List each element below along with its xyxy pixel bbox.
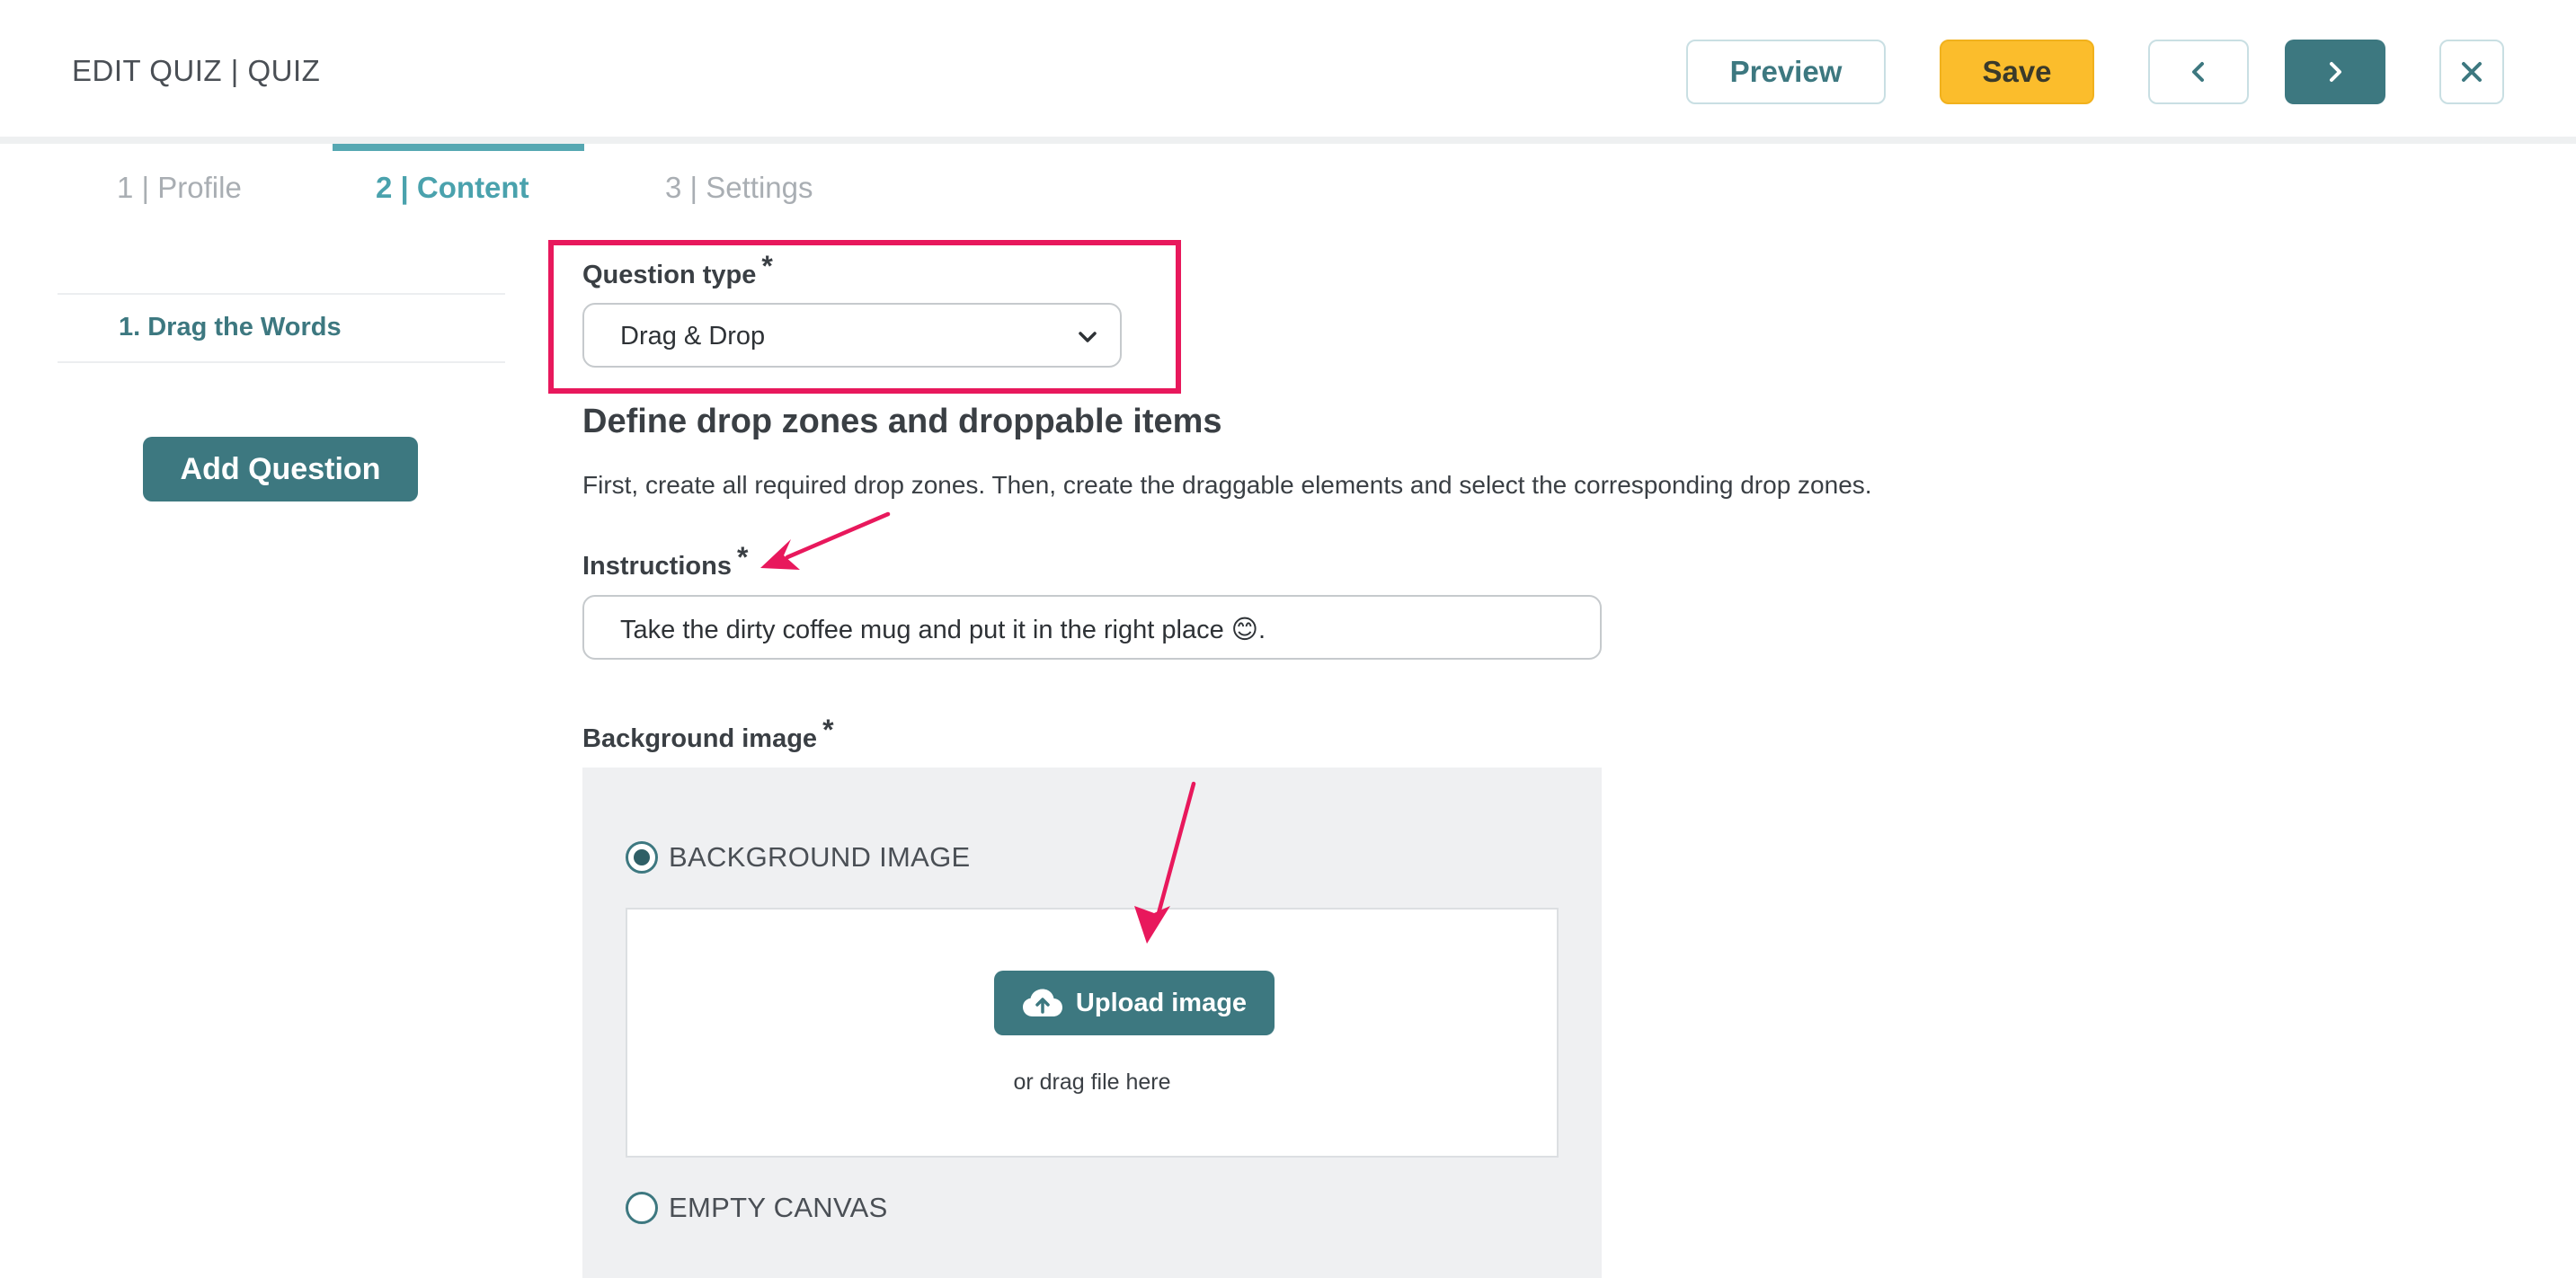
annotation-highlight-box (548, 240, 1181, 394)
page-title: EDIT QUIZ | QUIZ (72, 54, 321, 87)
close-icon (2462, 62, 2482, 82)
upload-image-label: Upload image (1075, 988, 1248, 1017)
tab-profile[interactable]: 1 | Profile (117, 171, 242, 205)
section-description: First, create all required drop zones. T… (582, 471, 1872, 499)
background-image-option-label[interactable]: BACKGROUND IMAGE (669, 841, 971, 874)
section-title: Define drop zones and droppable items (582, 403, 1222, 440)
chevron-left-icon (2192, 62, 2204, 82)
tab-content[interactable]: 2 | Content (376, 171, 529, 205)
question-list: 1. Drag the Words (58, 293, 505, 363)
empty-canvas-option-label[interactable]: EMPTY CANVAS (669, 1192, 888, 1224)
next-button[interactable] (2285, 40, 2385, 104)
chevron-right-icon (2330, 62, 2341, 82)
empty-canvas-radio[interactable] (626, 1192, 658, 1224)
instructions-input[interactable]: Take the dirty coffee mug and put it in … (582, 595, 1602, 660)
top-bar: EDIT QUIZ | QUIZ Preview Save (0, 0, 2576, 144)
drop-hint: or drag file here (1013, 1069, 1171, 1095)
close-button[interactable] (2439, 40, 2504, 104)
cloud-upload-icon (1022, 989, 1062, 1016)
file-drop-zone[interactable]: Upload image or drag file here (626, 908, 1559, 1158)
question-list-item[interactable]: 1. Drag the Words (119, 313, 342, 342)
upload-image-button[interactable]: Upload image (994, 971, 1275, 1035)
background-image-panel: BACKGROUND IMAGE Upload image or drag fi… (582, 768, 1602, 1278)
background-image-label: Background image * (582, 714, 834, 753)
preview-button[interactable]: Preview (1686, 40, 1886, 104)
add-question-button[interactable]: Add Question (143, 437, 418, 501)
active-tab-indicator (333, 144, 584, 151)
instructions-value: Take the dirty coffee mug and put it in … (620, 616, 1266, 644)
annotation-arrow-instructions (760, 511, 891, 570)
required-mark: * (822, 714, 834, 746)
instructions-label: Instructions * (582, 541, 749, 581)
required-mark: * (736, 541, 749, 573)
save-button[interactable]: Save (1940, 40, 2094, 104)
previous-button[interactable] (2148, 40, 2249, 104)
background-image-radio[interactable] (626, 841, 658, 874)
tab-settings[interactable]: 3 | Settings (665, 171, 813, 205)
